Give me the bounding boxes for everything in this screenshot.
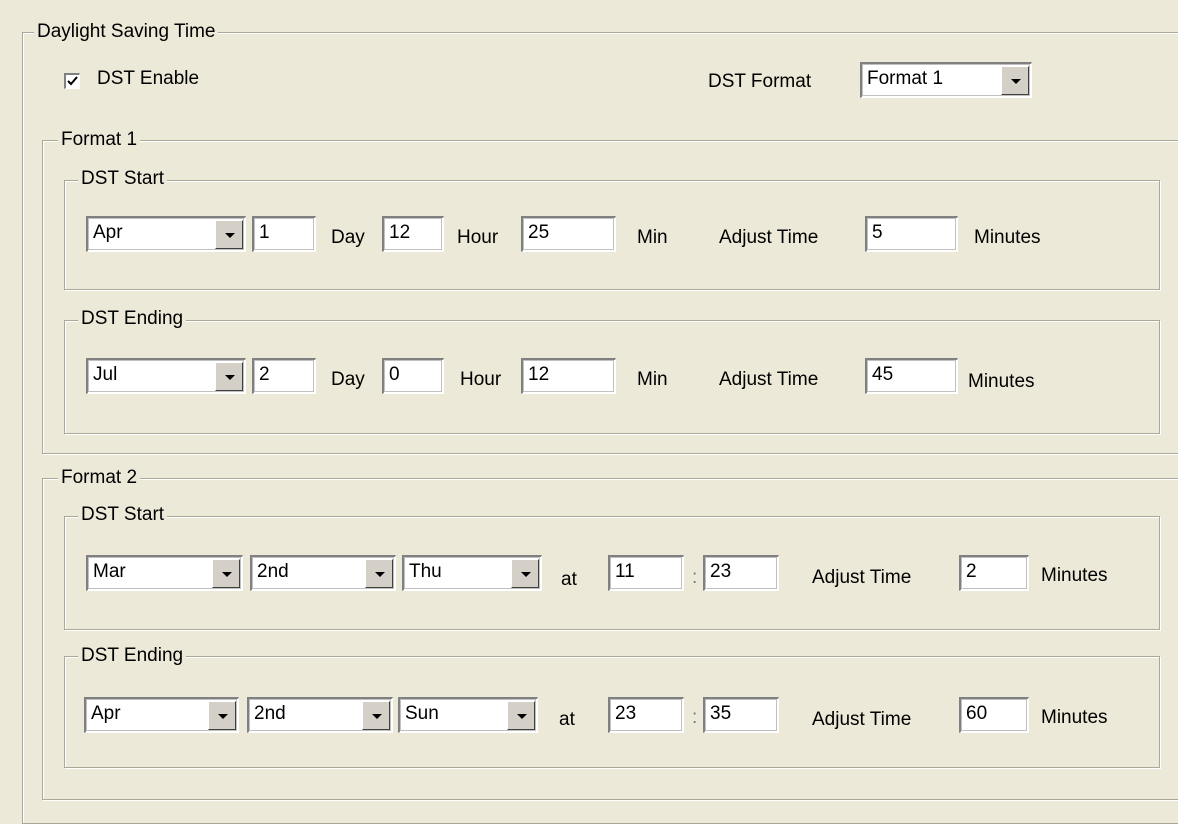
f2-ending-min-input[interactable]: 35 [703,697,779,733]
dst-format-value: Format 1 [867,68,944,89]
format2-title: Format 2 [58,467,141,489]
f1-start-min-input[interactable]: 25 [521,216,616,252]
chevron-down-icon[interactable] [208,701,236,730]
chevron-down-icon[interactable] [365,559,393,588]
dst-format-label: DST Format [708,71,812,92]
f1-start-min-label: Min [637,227,668,248]
chevron-down-icon[interactable] [362,701,390,730]
format2-ending-title: DST Ending [78,645,187,667]
f2-ending-month-value: Apr [91,703,121,724]
f2-ending-weekday-select[interactable]: Sun [398,697,538,733]
f2-ending-week-value: 2nd [254,703,286,724]
chevron-down-icon[interactable] [1001,66,1029,95]
f1-start-month-select[interactable]: Apr [86,216,246,252]
format1-start-title: DST Start [78,168,168,190]
f1-ending-month-select[interactable]: Jul [86,358,246,394]
f2-ending-adjust-input[interactable]: 60 [959,697,1029,733]
chevron-down-icon[interactable] [215,220,243,249]
f2-start-month-value: Mar [93,561,126,582]
f1-ending-day-input[interactable]: 2 [252,358,316,394]
f1-ending-minutes-label: Minutes [968,371,1035,392]
f1-start-hour-label: Hour [457,227,499,248]
format1-ending-title: DST Ending [78,308,187,330]
f2-start-weekday-value: Thu [409,561,442,582]
f2-start-min-input[interactable]: 23 [703,555,779,591]
f2-start-weekday-select[interactable]: Thu [402,555,542,591]
f1-start-adjust-input[interactable]: 5 [865,216,958,252]
f2-ending-week-select[interactable]: 2nd [247,697,393,733]
f2-start-week-select[interactable]: 2nd [250,555,396,591]
f2-start-hour-input[interactable]: 11 [608,555,684,591]
f1-ending-day-label: Day [331,369,365,390]
f1-start-month-value: Apr [93,222,123,243]
f1-ending-adjust-input[interactable]: 45 [865,358,958,394]
dst-enable-checkbox[interactable] [64,73,80,89]
f1-start-day-label: Day [331,227,365,248]
f2-ending-weekday-value: Sun [405,703,439,724]
f2-ending-adjust-label: Adjust Time [812,709,912,730]
f1-ending-hour-label: Hour [460,369,502,390]
f2-start-minutes-label: Minutes [1041,565,1108,586]
f2-start-adjust-label: Adjust Time [812,567,912,588]
f2-start-week-value: 2nd [257,561,289,582]
chevron-down-icon[interactable] [511,559,539,588]
f2-ending-minutes-label: Minutes [1041,707,1108,728]
dst-format-select[interactable]: Format 1 [860,62,1032,98]
f2-start-colon: : [692,567,698,588]
chevron-down-icon[interactable] [215,362,243,391]
f1-ending-adjust-label: Adjust Time [719,369,819,390]
chevron-down-icon[interactable] [212,559,240,588]
f1-start-adjust-label: Adjust Time [719,227,819,248]
f1-start-minutes-label: Minutes [974,227,1041,248]
chevron-down-icon[interactable] [507,701,535,730]
f2-start-month-select[interactable]: Mar [86,555,243,591]
f1-ending-hour-input[interactable]: 0 [382,358,444,394]
checkmark-icon [67,76,78,86]
f2-ending-at-label: at [559,709,575,730]
format1-title: Format 1 [58,129,141,151]
f1-start-day-input[interactable]: 1 [252,216,316,252]
f1-ending-min-input[interactable]: 12 [521,358,616,394]
dst-group-title: Daylight Saving Time [34,21,219,43]
format2-start-title: DST Start [78,504,168,526]
f2-start-at-label: at [561,569,577,590]
f1-start-hour-input[interactable]: 12 [382,216,444,252]
f1-ending-min-label: Min [637,369,668,390]
dst-enable-label[interactable]: DST Enable [97,67,199,91]
f2-ending-month-select[interactable]: Apr [84,697,239,733]
f2-ending-hour-input[interactable]: 23 [608,697,684,733]
f2-start-adjust-input[interactable]: 2 [959,555,1029,591]
f1-ending-month-value: Jul [93,364,118,385]
f2-ending-colon: : [692,707,698,728]
